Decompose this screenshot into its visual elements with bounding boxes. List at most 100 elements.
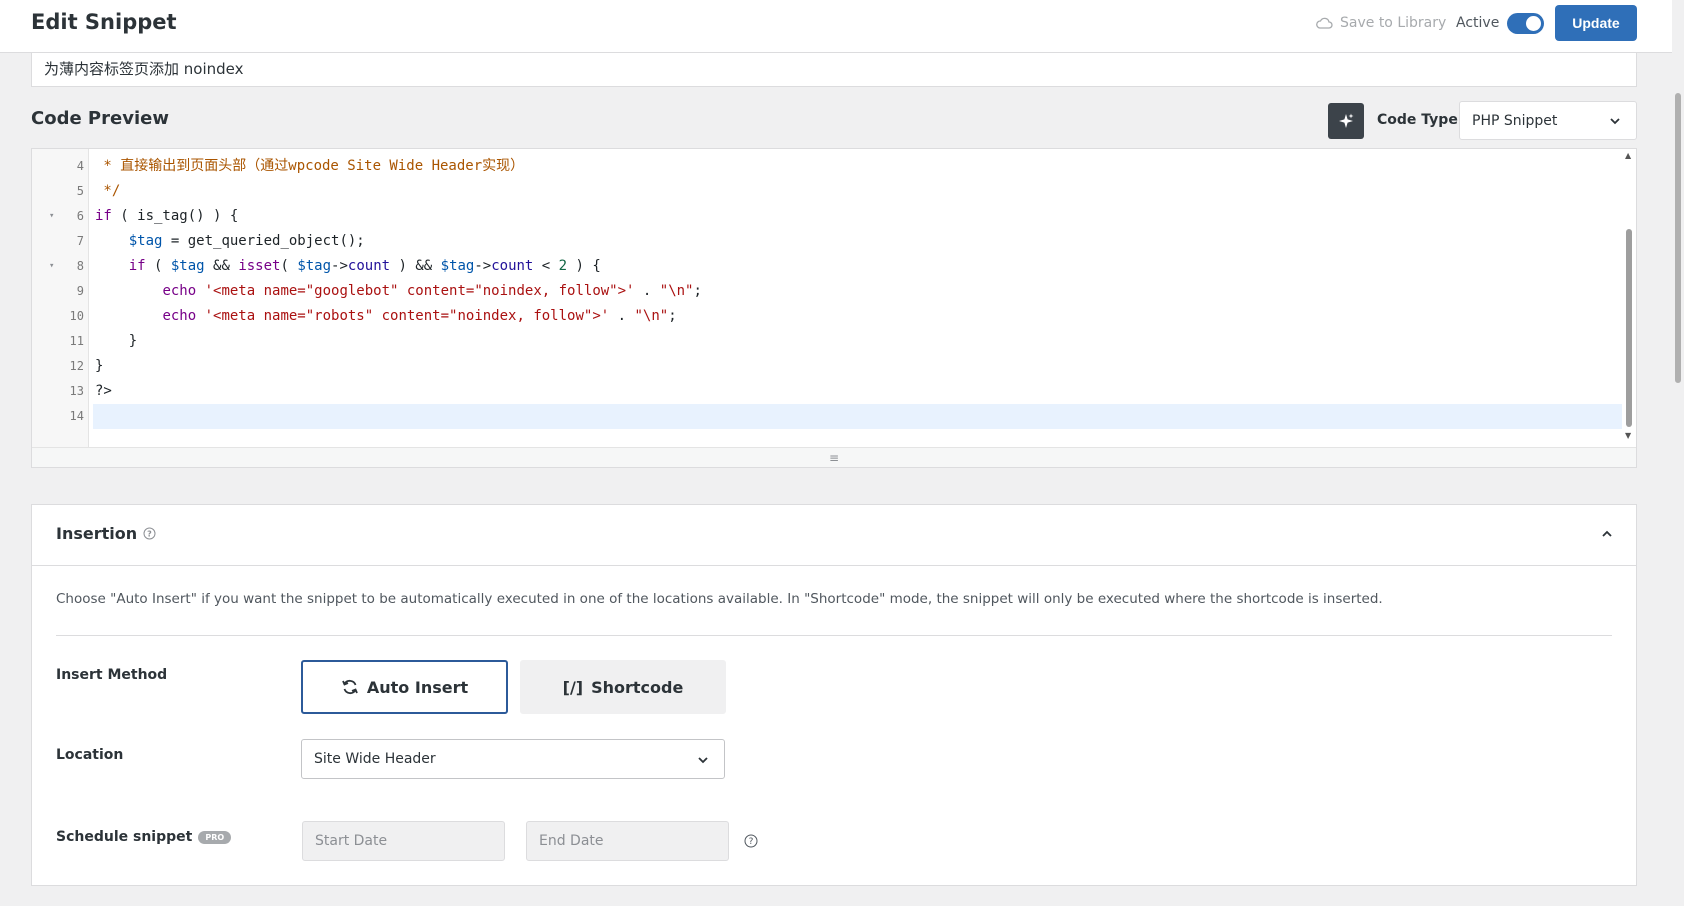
auto-insert-label: Auto Insert bbox=[366, 677, 469, 697]
page-title: Edit Snippet bbox=[31, 10, 177, 34]
code-token: $tag bbox=[128, 233, 163, 249]
resize-handle-icon: ≡ bbox=[828, 451, 840, 465]
scroll-down-arrow-icon[interactable]: ▼ bbox=[1625, 431, 1631, 440]
line-number: 6 bbox=[76, 209, 84, 223]
code-text: * 直接输出到页面头部（通过wpcode Site Wide Header实现） bbox=[93, 154, 1622, 179]
code-line[interactable]: 11 } bbox=[32, 329, 1622, 354]
code-line[interactable]: 13 ?> bbox=[32, 379, 1622, 404]
page-scrollbar[interactable] bbox=[1672, 0, 1684, 906]
code-token: ; bbox=[693, 283, 702, 299]
code-line[interactable]: 10 echo '<meta name="robots" content="no… bbox=[32, 304, 1622, 329]
code-token: "\n" bbox=[634, 308, 669, 324]
code-token: < bbox=[533, 258, 559, 274]
chevron-up-icon[interactable] bbox=[1600, 527, 1614, 541]
save-to-library-label: Save to Library bbox=[1340, 15, 1447, 31]
code-token: = get_queried_object(); bbox=[162, 233, 365, 249]
code-text: if ( $tag && isset( $tag->count ) && $ta… bbox=[93, 254, 1622, 279]
line-number: 11 bbox=[69, 334, 84, 348]
code-token: */ bbox=[95, 183, 121, 199]
line-number: 8 bbox=[76, 259, 84, 273]
code-text: $tag = get_queried_object(); bbox=[93, 229, 1622, 254]
code-text bbox=[93, 404, 1622, 429]
code-token: if bbox=[95, 208, 112, 224]
active-toggle[interactable] bbox=[1507, 13, 1544, 34]
start-date-input[interactable]: Start Date bbox=[302, 821, 505, 861]
code-line[interactable]: ▾ 8 if ( $tag && isset( $tag->count ) && … bbox=[32, 254, 1622, 279]
shortcode-button[interactable]: [/] Shortcode bbox=[520, 660, 726, 714]
ai-assist-button[interactable] bbox=[1328, 103, 1364, 139]
code-token: "\n" bbox=[659, 283, 694, 299]
editor-scrollbar-thumb[interactable] bbox=[1626, 229, 1632, 427]
code-line[interactable]: 9 echo '<meta name="googlebot" content="… bbox=[32, 279, 1622, 304]
help-icon[interactable]: ? bbox=[744, 834, 758, 848]
code-token: '<meta name="googlebot" content="noindex… bbox=[204, 283, 635, 299]
code-line[interactable]: ▾ 6 if ( is_tag() ) { bbox=[32, 204, 1622, 229]
line-number: 10 bbox=[69, 309, 84, 323]
code-token: ) && bbox=[390, 258, 441, 274]
code-token: -> bbox=[474, 258, 492, 274]
pro-badge: PRO bbox=[198, 830, 232, 844]
line-number: 7 bbox=[76, 234, 84, 248]
scroll-up-arrow-icon[interactable]: ▲ bbox=[1625, 151, 1631, 160]
page-scrollbar-thumb[interactable] bbox=[1675, 93, 1681, 383]
code-token: ) { bbox=[567, 258, 601, 274]
code-editor[interactable]: 4 * 直接输出到页面头部（通过wpcode Site Wide Header实… bbox=[31, 148, 1637, 468]
insertion-header[interactable]: Insertion ? bbox=[32, 505, 1636, 566]
editor-scrollbar[interactable]: ▲ ▼ bbox=[1622, 149, 1636, 447]
end-date-input[interactable]: End Date bbox=[526, 821, 729, 861]
line-number: 12 bbox=[69, 359, 84, 373]
line-number: 13 bbox=[69, 384, 84, 398]
code-text: echo '<meta name="googlebot" content="no… bbox=[93, 279, 1622, 304]
sparkle-icon bbox=[1339, 113, 1354, 128]
code-line[interactable]: 4 * 直接输出到页面头部（通过wpcode Site Wide Header实… bbox=[32, 154, 1622, 179]
code-lines: 4 * 直接输出到页面头部（通过wpcode Site Wide Header实… bbox=[32, 154, 1622, 429]
code-type-label: Code Type bbox=[1377, 112, 1458, 128]
help-icon[interactable]: ? bbox=[143, 527, 156, 540]
line-number: 4 bbox=[76, 159, 84, 173]
top-bar: Edit Snippet Save to Library Active Upda… bbox=[0, 0, 1672, 53]
refresh-icon bbox=[342, 679, 358, 695]
chevron-down-icon bbox=[1610, 118, 1620, 125]
update-button[interactable]: Update bbox=[1555, 5, 1637, 41]
code-token: } bbox=[95, 358, 104, 374]
code-token: isset bbox=[238, 258, 281, 274]
insertion-description: Choose "Auto Insert" if you want the sni… bbox=[56, 591, 1383, 607]
schedule-snippet-label: Schedule snippet PRO bbox=[56, 829, 232, 845]
code-token: ( bbox=[145, 258, 171, 274]
schedule-snippet-text: Schedule snippet bbox=[56, 829, 193, 845]
code-token: echo bbox=[162, 283, 197, 299]
shortcode-label: Shortcode bbox=[591, 677, 684, 697]
insertion-title: Insertion ? bbox=[56, 524, 156, 543]
code-token: count bbox=[347, 258, 391, 274]
code-line[interactable]: 12} bbox=[32, 354, 1622, 379]
code-token: -> bbox=[331, 258, 348, 274]
chevron-down-icon bbox=[698, 757, 708, 764]
code-token: ; bbox=[668, 308, 677, 324]
insertion-title-text: Insertion bbox=[56, 524, 138, 543]
save-to-library-button[interactable]: Save to Library bbox=[1316, 15, 1446, 31]
code-token: $tag bbox=[440, 258, 475, 274]
editor-resize-handle[interactable]: ≡ bbox=[32, 447, 1636, 467]
code-line[interactable]: 14 bbox=[32, 404, 1622, 429]
location-select[interactable]: Site Wide Header bbox=[301, 739, 725, 779]
snippet-title-input[interactable]: 为薄内容标签页添加 noindex bbox=[31, 53, 1637, 87]
code-token: if bbox=[128, 258, 146, 274]
active-label: Active bbox=[1456, 15, 1500, 31]
code-text: } bbox=[93, 329, 1622, 354]
code-text: } bbox=[93, 354, 1622, 379]
code-text: */ bbox=[93, 179, 1622, 204]
code-token: . bbox=[634, 283, 660, 299]
code-line[interactable]: 7 $tag = get_queried_object(); bbox=[32, 229, 1622, 254]
location-label: Location bbox=[56, 747, 124, 763]
auto-insert-button[interactable]: Auto Insert bbox=[301, 660, 508, 714]
code-token: ( is_tag() ) { bbox=[111, 208, 239, 224]
svg-text:?: ? bbox=[749, 837, 754, 847]
insert-method-label: Insert Method bbox=[56, 667, 168, 683]
code-line[interactable]: 5 */ bbox=[32, 179, 1622, 204]
code-type-select[interactable]: PHP Snippet bbox=[1459, 101, 1637, 140]
line-number: 9 bbox=[76, 284, 84, 298]
